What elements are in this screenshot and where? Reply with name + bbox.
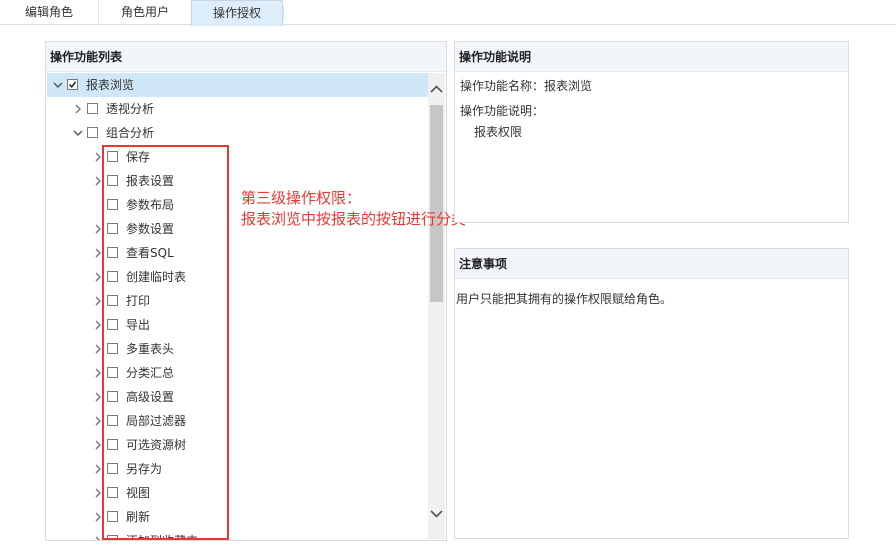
chevron-down-icon[interactable] — [72, 121, 84, 145]
tree-node[interactable]: 组合分析 — [47, 121, 429, 145]
tree-node[interactable]: 透视分析 — [47, 97, 429, 121]
operation-desc-label: 操作功能说明： — [460, 104, 545, 118]
tree-node-label: 报表浏览 — [86, 78, 135, 92]
chevron-right-icon[interactable] — [72, 97, 84, 121]
tree-node-label: 透视分析 — [106, 102, 155, 116]
operation-description-title: 操作功能说明 — [455, 42, 848, 72]
notes-text: 用户只能把其拥有的操作权限赋给角色。 — [456, 292, 673, 306]
scroll-up-icon[interactable] — [428, 81, 445, 98]
tab-role-users[interactable]: 角色用户 — [98, 0, 191, 25]
operation-name-line: 操作功能名称：报表浏览 — [460, 79, 593, 93]
tree-checkbox[interactable] — [67, 79, 78, 90]
highlight-box — [102, 145, 229, 540]
tab-operation-authorization[interactable]: 操作授权 — [191, 0, 283, 26]
operation-desc-value: 报表权限 — [474, 125, 523, 139]
scroll-thumb[interactable] — [430, 105, 443, 302]
tree-node[interactable]: 报表浏览 — [47, 73, 429, 97]
tab-divider — [283, 6, 284, 20]
tab-edit-role[interactable]: 编辑角色 — [0, 0, 98, 25]
scroll-down-icon[interactable] — [428, 505, 445, 522]
notes-panel: 注意事项 用户只能把其拥有的操作权限赋给角色。 — [454, 248, 849, 539]
operation-description-panel: 操作功能说明 操作功能名称：报表浏览 操作功能说明： 报表权限 — [454, 41, 849, 223]
notes-title: 注意事项 — [455, 249, 848, 279]
tab-bar: 编辑角色 角色用户 操作授权 — [0, 0, 896, 26]
tree-scrollbar[interactable] — [428, 73, 445, 539]
annotation-line-2: 报表浏览中按报表的按钮进行分类 — [241, 210, 467, 228]
tree-node-label: 组合分析 — [106, 126, 155, 140]
tree-checkbox[interactable] — [87, 103, 98, 114]
annotation-line-1: 第三级操作权限： — [241, 189, 362, 207]
chevron-down-icon[interactable] — [52, 73, 64, 97]
tree-checkbox[interactable] — [87, 127, 98, 138]
operation-list-title: 操作功能列表 — [46, 42, 446, 72]
